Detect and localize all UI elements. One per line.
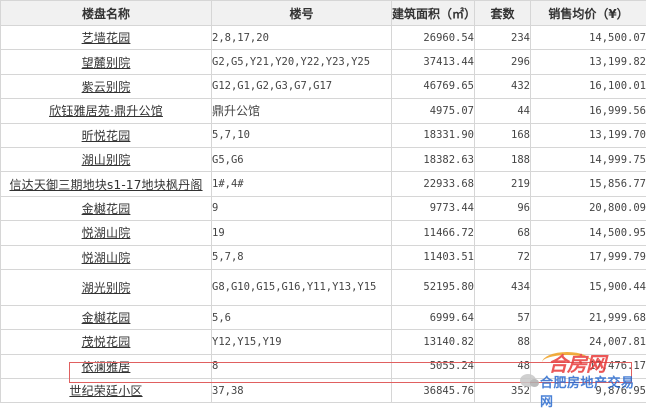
building-text: 鼎升公馆 bbox=[212, 104, 261, 119]
price-cell: 17,476.17 bbox=[530, 353, 646, 380]
units-cell: 234 bbox=[474, 24, 531, 51]
units-cell: 219 bbox=[474, 171, 531, 197]
area-cell: 11466.72 bbox=[391, 220, 475, 246]
building-cell: 5,6 bbox=[211, 304, 392, 331]
project-link[interactable]: 紫云别院 bbox=[82, 80, 131, 94]
table-row: 悦湖山院 19 11466.72 68 14,500.95 bbox=[0, 220, 646, 246]
table-row: 望麓别院 G2,G5,Y21,Y20,Y22,Y23,Y25 37413.44 … bbox=[0, 49, 646, 75]
area-cell: 6999.64 bbox=[391, 304, 475, 331]
area-cell: 46769.65 bbox=[391, 73, 475, 100]
area-cell: 18331.90 bbox=[391, 122, 475, 148]
building-cell: 1#,4# bbox=[211, 171, 392, 197]
area-cell: 18382.63 bbox=[391, 146, 475, 173]
building-cell: G5,G6 bbox=[211, 146, 392, 173]
project-link[interactable]: 昕悦花园 bbox=[82, 129, 131, 143]
project-link[interactable]: 金樾花园 bbox=[82, 311, 131, 325]
building-cell: Y12,Y15,Y19 bbox=[211, 329, 392, 355]
area-cell: 4975.07 bbox=[391, 98, 475, 124]
price-cell: 13,199.70 bbox=[530, 122, 646, 148]
project-link[interactable]: 悦湖山院 bbox=[82, 226, 131, 240]
building-cell: G2,G5,Y21,Y20,Y22,Y23,Y25 bbox=[211, 49, 392, 75]
header-project-name: 楼盘名称 bbox=[0, 0, 212, 26]
building-cell: 19 bbox=[211, 220, 392, 246]
price-cell: 16,100.01 bbox=[530, 73, 646, 100]
building-cell: G8,G10,G15,G16,Y11,Y13,Y15 bbox=[211, 268, 392, 306]
project-link[interactable]: 金樾花园 bbox=[82, 202, 131, 216]
table-row: 信达天御三期地块s1-17地块枫丹阁 1#,4# 22933.68 219 15… bbox=[0, 171, 646, 197]
sales-table: 楼盘名称 楼号 建筑面积（㎡） 套数 销售均价（¥） 艺墙花园 2,8,17,2… bbox=[0, 0, 646, 404]
units-cell: 434 bbox=[474, 268, 531, 306]
building-cell: 9 bbox=[211, 195, 392, 222]
table-row: 金樾花园 9 9773.44 96 20,800.09 bbox=[0, 195, 646, 222]
units-cell: 68 bbox=[474, 220, 531, 246]
building-cell: 37,38 bbox=[211, 378, 392, 404]
project-link[interactable]: 望麓别院 bbox=[82, 56, 131, 70]
table-row: 湖光别院 G8,G10,G15,G16,Y11,Y13,Y15 52195.80… bbox=[0, 268, 646, 306]
area-cell: 52195.80 bbox=[391, 268, 475, 306]
units-cell: 296 bbox=[474, 49, 531, 75]
building-cell: 2,8,17,20 bbox=[211, 24, 392, 51]
units-cell: 88 bbox=[474, 329, 531, 355]
units-cell: 44 bbox=[474, 98, 531, 124]
units-cell: 57 bbox=[474, 304, 531, 331]
project-link[interactable]: 湖光别院 bbox=[82, 281, 131, 295]
building-cell: 8 bbox=[211, 353, 392, 380]
units-cell: 48 bbox=[474, 353, 531, 380]
project-link[interactable]: 艺墙花园 bbox=[82, 31, 131, 45]
price-cell: 20,800.09 bbox=[530, 195, 646, 222]
area-cell: 5055.24 bbox=[391, 353, 475, 380]
header-building-no: 楼号 bbox=[211, 0, 392, 26]
project-link[interactable]: 依澜雅居 bbox=[82, 360, 131, 374]
price-cell: 14,500.07 bbox=[530, 24, 646, 51]
area-cell: 26960.54 bbox=[391, 24, 475, 51]
area-cell: 13140.82 bbox=[391, 329, 475, 355]
building-cell: 5,7,8 bbox=[211, 244, 392, 270]
price-cell: 16,999.56 bbox=[530, 98, 646, 124]
table-header-row: 楼盘名称 楼号 建筑面积（㎡） 套数 销售均价（¥） bbox=[0, 0, 646, 26]
table-row-highlighted: 依澜雅居 8 5055.24 48 17,476.17 bbox=[0, 353, 646, 380]
project-link[interactable]: 信达天御三期地块s1-17地块枫丹阁 bbox=[9, 178, 202, 192]
table-row: 湖山别院 G5,G6 18382.63 188 14,999.75 bbox=[0, 146, 646, 173]
table-row: 金樾花园 5,6 6999.64 57 21,999.68 bbox=[0, 304, 646, 331]
price-cell: 24,007.81 bbox=[530, 329, 646, 355]
building-cell: G12,G1,G2,G3,G7,G17 bbox=[211, 73, 392, 100]
area-cell: 9773.44 bbox=[391, 195, 475, 222]
project-link[interactable]: 湖山别院 bbox=[82, 153, 131, 167]
units-cell: 432 bbox=[474, 73, 531, 100]
table-row: 世纪荣廷小区 37,38 36845.76 352 9,876.95 bbox=[0, 378, 646, 404]
price-cell: 15,856.77 bbox=[530, 171, 646, 197]
table-row: 艺墙花园 2,8,17,20 26960.54 234 14,500.07 bbox=[0, 24, 646, 51]
header-floor-area: 建筑面积（㎡） bbox=[391, 0, 475, 26]
area-cell: 11403.51 bbox=[391, 244, 475, 270]
project-link[interactable]: 茂悦花园 bbox=[82, 335, 131, 349]
table-row: 茂悦花园 Y12,Y15,Y19 13140.82 88 24,007.81 bbox=[0, 329, 646, 355]
table-row: 欣钰雅居苑·鼎升公馆 鼎升公馆 4975.07 44 16,999.56 bbox=[0, 98, 646, 124]
units-cell: 168 bbox=[474, 122, 531, 148]
price-cell: 14,999.75 bbox=[530, 146, 646, 173]
table-row: 悦湖山院 5,7,8 11403.51 72 17,999.79 bbox=[0, 244, 646, 270]
price-cell: 9,876.95 bbox=[530, 378, 646, 404]
price-cell: 13,199.82 bbox=[530, 49, 646, 75]
units-cell: 72 bbox=[474, 244, 531, 270]
price-cell: 21,999.68 bbox=[530, 304, 646, 331]
units-cell: 352 bbox=[474, 378, 531, 404]
price-cell: 14,500.95 bbox=[530, 220, 646, 246]
price-cell: 17,999.79 bbox=[530, 244, 646, 270]
area-cell: 37413.44 bbox=[391, 49, 475, 75]
table-row: 昕悦花园 5,7,10 18331.90 168 13,199.70 bbox=[0, 122, 646, 148]
units-cell: 96 bbox=[474, 195, 531, 222]
header-unit-count: 套数 bbox=[474, 0, 531, 26]
price-cell: 15,900.44 bbox=[530, 268, 646, 306]
building-cell: 5,7,10 bbox=[211, 122, 392, 148]
area-cell: 36845.76 bbox=[391, 378, 475, 404]
project-link[interactable]: 悦湖山院 bbox=[82, 251, 131, 265]
area-cell: 22933.68 bbox=[391, 171, 475, 197]
table-row: 紫云别院 G12,G1,G2,G3,G7,G17 46769.65 432 16… bbox=[0, 73, 646, 100]
header-avg-price: 销售均价（¥） bbox=[530, 0, 646, 26]
project-link[interactable]: 世纪荣廷小区 bbox=[69, 384, 142, 398]
project-link[interactable]: 欣钰雅居苑·鼎升公馆 bbox=[49, 104, 163, 118]
units-cell: 188 bbox=[474, 146, 531, 173]
building-cell: 鼎升公馆 bbox=[211, 98, 392, 124]
